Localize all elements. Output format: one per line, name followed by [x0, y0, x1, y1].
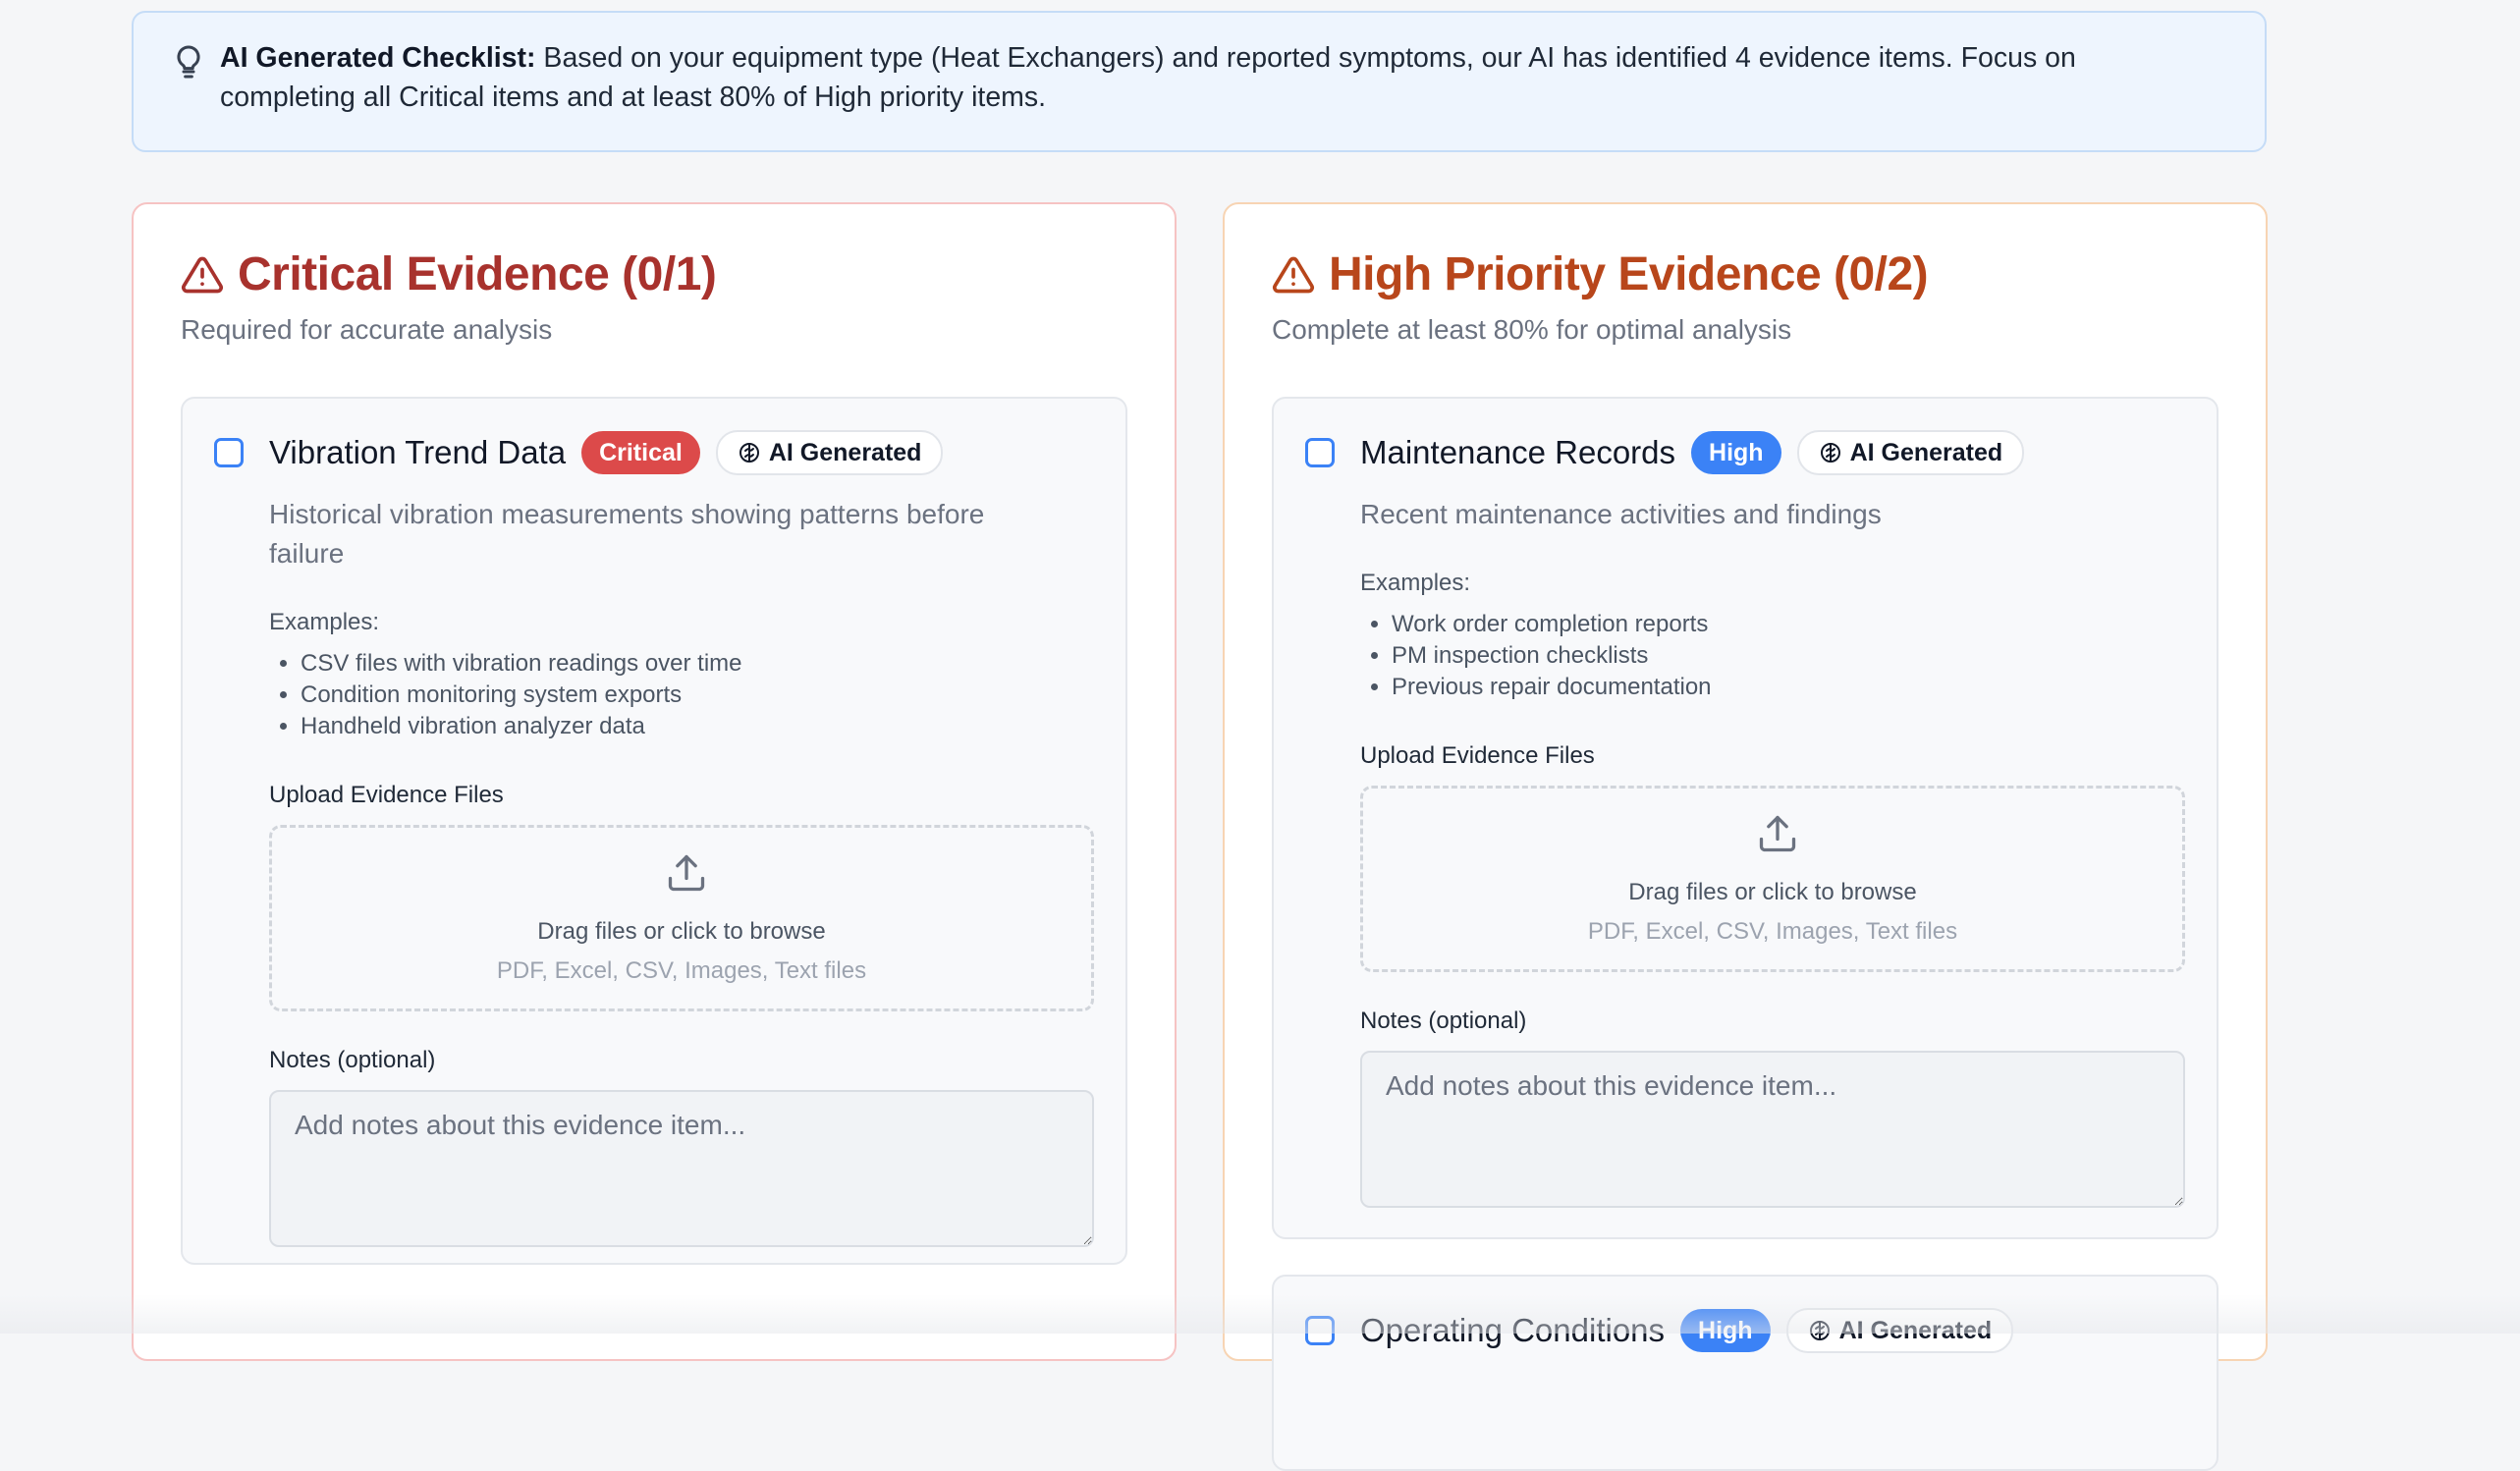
critical-panel-header: Critical Evidence (0/1): [181, 247, 717, 301]
notes-textarea[interactable]: [269, 1090, 1094, 1247]
examples-label: Examples:: [269, 609, 380, 635]
example-item: Previous repair documentation: [1392, 672, 1712, 703]
examples-list: Work order completion reports PM inspect…: [1360, 609, 1712, 703]
warning-triangle-icon: [182, 256, 223, 293]
brain-icon: [1809, 1321, 1830, 1340]
dropzone-file-types: PDF, Excel, CSV, Images, Text files: [1587, 918, 1958, 945]
evidence-description: Recent maintenance activities and findin…: [1360, 499, 1882, 529]
dropzone-file-types: PDF, Excel, CSV, Images, Text files: [496, 957, 867, 984]
warning-triangle-icon: [1273, 256, 1314, 293]
notes-label: Notes (optional): [269, 1047, 436, 1073]
examples-list: CSV files with vibration readings over t…: [269, 648, 742, 742]
ai-generated-badge: AI Generated: [715, 430, 944, 475]
evidence-checkbox[interactable]: [1305, 438, 1335, 467]
evidence-card-vibration-trend-data: Vibration Trend Data Critical AI Generat…: [181, 397, 1127, 1265]
ai-generated-badge: AI Generated: [1785, 1308, 2014, 1353]
evidence-description: Historical vibration measurements showin…: [269, 499, 985, 569]
file-dropzone[interactable]: Drag files or click to browse PDF, Excel…: [269, 825, 1094, 1011]
evidence-card-header: Vibration Trend Data Critical AI Generat…: [269, 430, 944, 475]
high-panel-subtitle: Complete at least 80% for optimal analys…: [1272, 314, 1792, 345]
critical-panel-subtitle: Required for accurate analysis: [181, 314, 553, 345]
critical-evidence-panel: Critical Evidence (0/1) Required for acc…: [132, 202, 1177, 1361]
lightbulb-icon: [177, 45, 200, 79]
evidence-title: Maintenance Records: [1360, 434, 1676, 470]
evidence-card-maintenance-records: Maintenance Records High AI Generated Re…: [1272, 397, 2219, 1239]
evidence-checkbox[interactable]: [1305, 1316, 1335, 1345]
high-panel-header: High Priority Evidence (0/2): [1272, 247, 1929, 301]
banner-label: AI Generated Checklist:: [220, 42, 536, 74]
critical-panel-title: Critical Evidence (0/1): [238, 248, 717, 300]
example-item: CSV files with vibration readings over t…: [301, 648, 742, 680]
banner-text: AI Generated Checklist: Based on your eq…: [220, 38, 2206, 117]
evidence-card-header: Maintenance Records High AI Generated: [1360, 430, 2025, 475]
ai-checklist-banner: AI Generated Checklist: Based on your eq…: [132, 11, 2267, 152]
ai-badge-label: AI Generated: [1838, 1316, 1993, 1344]
notes-textarea[interactable]: [1360, 1051, 2185, 1208]
file-dropzone[interactable]: Drag files or click to browse PDF, Excel…: [1360, 786, 2185, 972]
upload-label: Upload Evidence Files: [1360, 742, 1595, 769]
ai-badge-label: AI Generated: [768, 438, 922, 466]
priority-badge: High: [1680, 1309, 1771, 1352]
ai-generated-badge: AI Generated: [1796, 430, 2025, 475]
high-panel-title: High Priority Evidence (0/2): [1329, 248, 1929, 300]
evidence-checkbox[interactable]: [214, 438, 244, 467]
evidence-card-operating-conditions: Operating Conditions High AI Generated: [1272, 1275, 2219, 1471]
dropzone-text: Drag files or click to browse: [1628, 879, 1917, 905]
upload-icon: [668, 854, 705, 892]
priority-badge: Critical: [581, 431, 700, 474]
notes-label: Notes (optional): [1360, 1008, 1527, 1034]
upload-label: Upload Evidence Files: [269, 782, 504, 808]
evidence-title: Operating Conditions: [1360, 1312, 1666, 1348]
example-item: Work order completion reports: [1392, 609, 1712, 640]
example-item: Condition monitoring system exports: [301, 680, 742, 711]
dropzone-text: Drag files or click to browse: [537, 918, 826, 945]
ai-badge-label: AI Generated: [1849, 438, 2003, 466]
brain-icon: [739, 443, 759, 463]
example-item: PM inspection checklists: [1392, 640, 1712, 672]
evidence-title: Vibration Trend Data: [269, 434, 567, 470]
priority-badge: High: [1691, 431, 1781, 474]
evidence-card-header: Operating Conditions High AI Generated: [1360, 1308, 2014, 1353]
upload-icon: [1759, 815, 1796, 852]
example-item: Handheld vibration analyzer data: [301, 711, 742, 742]
brain-icon: [1820, 443, 1840, 463]
high-priority-evidence-panel: High Priority Evidence (0/2) Complete at…: [1223, 202, 2268, 1471]
examples-label: Examples:: [1360, 570, 1471, 596]
